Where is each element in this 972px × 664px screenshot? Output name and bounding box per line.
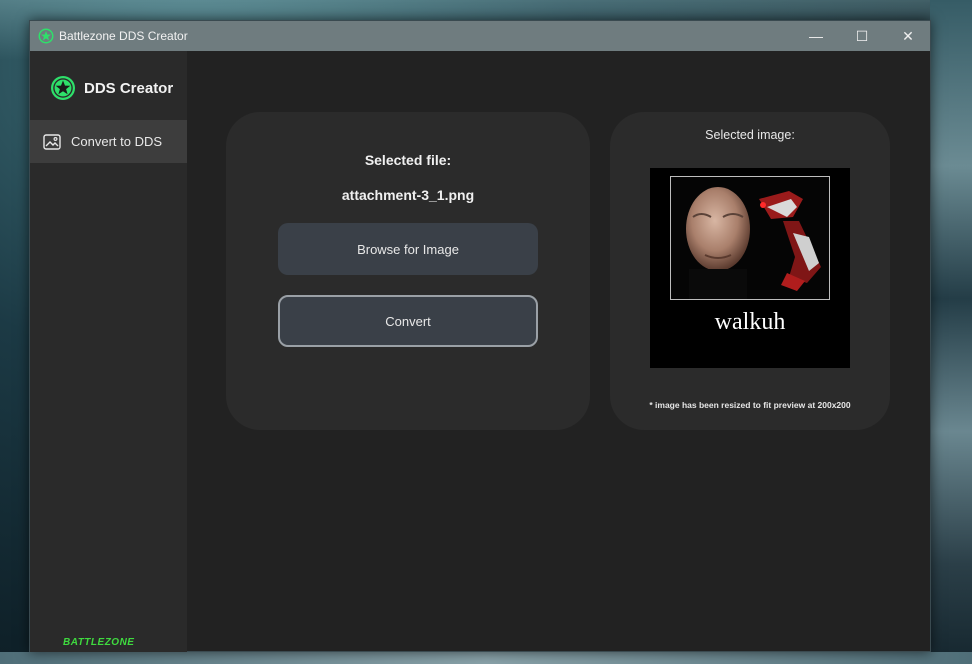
maximize-icon: ☐ xyxy=(855,27,869,44)
app-window: Battlezone DDS Creator — ☐ ✕ DDS Creator xyxy=(29,20,931,652)
selected-file-name: attachment-3_1.png xyxy=(341,187,475,203)
image-icon xyxy=(43,133,61,150)
desktop-wallpaper-edge xyxy=(930,0,972,664)
close-button[interactable]: ✕ xyxy=(885,21,931,51)
preview-picture xyxy=(686,187,821,299)
maximize-button[interactable]: ☐ xyxy=(839,21,885,51)
minimize-button[interactable]: — xyxy=(793,21,839,51)
title-bar[interactable]: Battlezone DDS Creator — ☐ ✕ xyxy=(30,21,930,51)
sidebar-item-convert-to-dds[interactable]: Convert to DDS xyxy=(30,120,187,163)
selected-file-label: Selected file: xyxy=(364,152,452,168)
browse-for-image-button[interactable]: Browse for Image xyxy=(278,223,538,275)
close-icon: ✕ xyxy=(902,27,914,44)
preview-image-frame xyxy=(670,176,830,300)
file-selection-card: Selected file: attachment-3_1.png Browse… xyxy=(226,112,590,430)
preview-title: Selected image: xyxy=(705,128,795,142)
star-logo-icon xyxy=(51,76,75,100)
sidebar-brand: DDS Creator xyxy=(50,73,173,103)
minimize-icon: — xyxy=(809,28,823,44)
preview-image: walkuh xyxy=(650,168,850,368)
sidebar-item-label: Convert to DDS xyxy=(71,134,163,149)
battlezone-logo: BATTLEZONE xyxy=(63,637,135,648)
app-name: DDS Creator xyxy=(84,79,174,97)
preview-caption: walkuh xyxy=(714,309,786,335)
window-title: Battlezone DDS Creator xyxy=(59,29,188,43)
desktop-taskbar-edge xyxy=(0,652,972,664)
convert-button[interactable]: Convert xyxy=(278,295,538,347)
image-preview-card: Selected image: walkuh * image has been … xyxy=(610,112,890,430)
sidebar: DDS Creator Convert to DDS BATTLEZONE xyxy=(30,51,187,652)
star-logo-icon xyxy=(38,28,54,44)
preview-note: * image has been resized to fit preview … xyxy=(649,400,851,410)
